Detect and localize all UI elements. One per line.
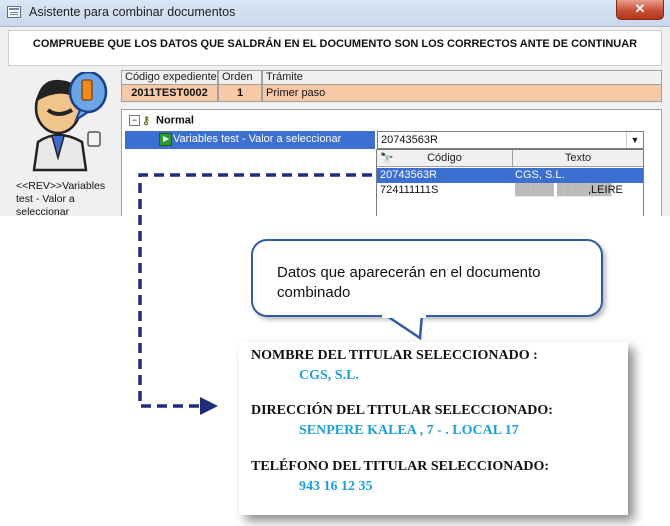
document-field-label: TELÉFONO DEL TITULAR SELECCIONADO: (251, 459, 550, 474)
callout-tail (382, 314, 426, 341)
document-field-label: DIRECCIÓN DEL TITULAR SELECCIONADO: (251, 403, 553, 418)
document-field-label: NOMBRE DEL TITULAR SELECCIONADO : (251, 348, 538, 363)
document-field-value: 943 16 12 35 (299, 479, 373, 494)
merged-document-preview: NOMBRE DEL TITULAR SELECCIONADO : CGS, S… (239, 342, 628, 515)
callout-text: Datos que aparecerán en el documento com… (277, 264, 541, 301)
document-field-value: SENPERE KALEA , 7 - . LOCAL 17 (299, 423, 519, 438)
document-field-value: CGS, S.L. (299, 368, 359, 383)
callout-bubble: Datos que aparecerán en el documento com… (251, 239, 603, 317)
